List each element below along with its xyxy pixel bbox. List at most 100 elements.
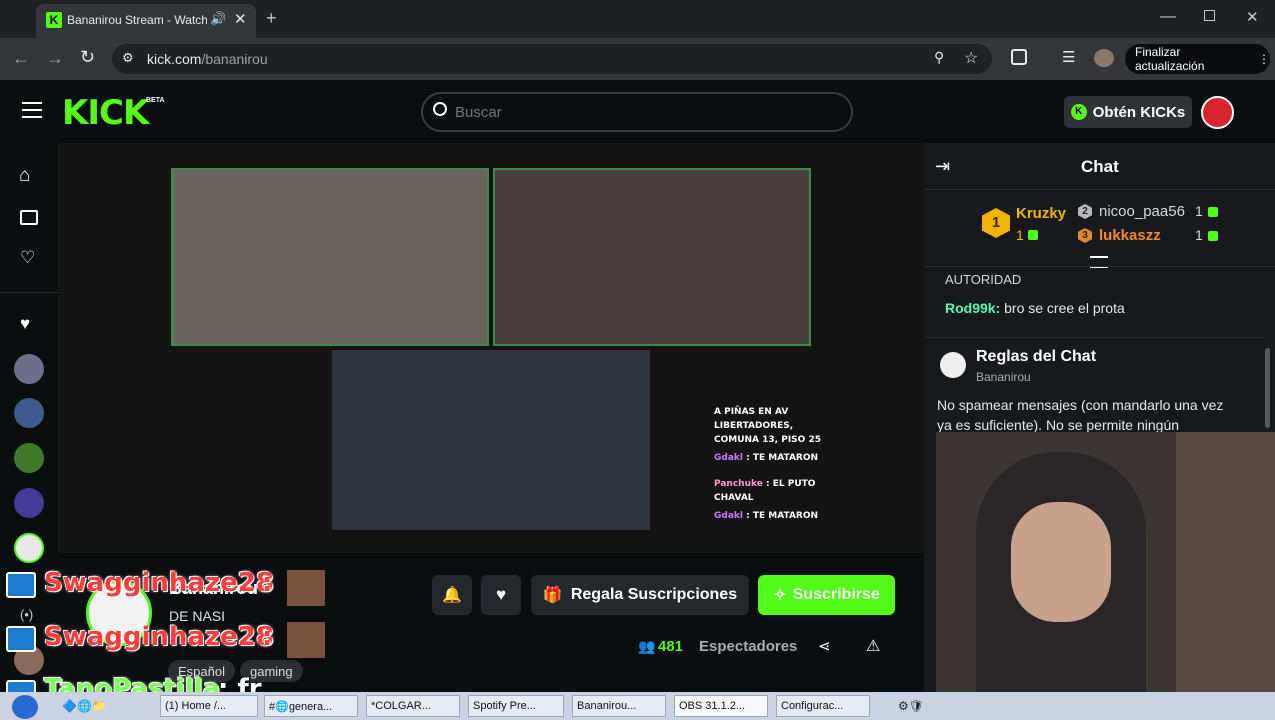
kick-favicon-icon: K: [46, 12, 62, 28]
alert-emote: [287, 570, 325, 606]
viewer-count: 481: [658, 638, 684, 655]
address-bar[interactable]: ⚙ kick.com/bananirou ⚲ ☆: [112, 44, 992, 74]
bookmark-star-icon[interactable]: ☆: [964, 48, 978, 68]
sidebar-channel-avatar[interactable]: [14, 533, 44, 563]
taskbar-item[interactable]: (1) Home /...: [160, 695, 258, 717]
camera-feed-bottom: [332, 350, 650, 530]
chat-message-partial: AUTORIDAD: [945, 272, 1022, 287]
gift-subs-label: Regala Suscripciones: [570, 586, 738, 603]
leader-count: 1: [1016, 227, 1024, 243]
minimize-icon[interactable]: —: [1160, 8, 1176, 26]
home-icon[interactable]: ⌂: [19, 165, 30, 187]
new-tab-icon[interactable]: +: [266, 8, 277, 29]
gift-count-icon: [1028, 230, 1038, 240]
search-input[interactable]: [455, 102, 835, 122]
chat-message: Rod99k: bro se cree el prota: [945, 300, 1125, 316]
collapse-chat-icon[interactable]: ⇥: [935, 156, 950, 177]
browse-icon[interactable]: [20, 210, 38, 225]
user-avatar[interactable]: [1201, 96, 1234, 129]
kick-logo[interactable]: KICK: [62, 93, 149, 133]
leaderboard-divider: [924, 266, 1275, 267]
chat-scrollbar[interactable]: [1265, 348, 1270, 428]
report-warning-icon[interactable]: ⚠: [866, 636, 880, 656]
finish-update-button[interactable]: Finalizar actualización ⋮: [1125, 44, 1270, 74]
reload-icon[interactable]: ↻: [80, 47, 95, 68]
gift-subs-button[interactable]: 🎁 Regala Suscripciones: [531, 575, 749, 615]
browser-tab[interactable]: K Bananirou Stream - Watch L 🔊 ✕: [36, 4, 256, 38]
taskbar-item[interactable]: #🌐genera...: [264, 695, 358, 717]
viewers-label: Espectadores: [699, 638, 798, 655]
media-control-icon[interactable]: ☰: [1062, 48, 1075, 66]
sparkle-icon: ✧: [773, 587, 787, 604]
leader-count: 1: [1195, 227, 1203, 243]
leader-name[interactable]: Kruzky: [1016, 205, 1066, 222]
audio-icon[interactable]: 🔊: [210, 11, 226, 27]
url-domain: kick.com: [147, 51, 202, 67]
gift-count-icon: [1208, 231, 1218, 241]
taskbar-item[interactable]: Bananirou...: [572, 695, 666, 717]
subscribe-button[interactable]: ✧ Suscribirse: [758, 575, 895, 615]
sidebar-divider: [0, 292, 58, 293]
alert-username: Swagginhaze28: [44, 622, 274, 652]
taskbar-item[interactable]: OBS 31.1.2...: [674, 695, 768, 717]
profile-avatar[interactable]: [1094, 49, 1114, 67]
site-info-icon[interactable]: ⚙: [122, 50, 134, 66]
forward-icon[interactable]: →: [46, 48, 64, 69]
alert-icon: [6, 626, 36, 652]
kicks-coin-icon: K: [1070, 104, 1087, 120]
leader-count: 1: [1195, 203, 1203, 219]
streamer-webcam-overlay: [936, 432, 1275, 720]
rules-owner: Bananirou: [976, 370, 1031, 384]
sidebar-channel-avatar[interactable]: [14, 398, 44, 428]
stream-overlay-chat: A PIÑAS EN AV LIBERTADORES, COMUNA 13, P…: [714, 405, 864, 523]
rules-text: No spamear mensajes (con mandarlo una ve…: [937, 397, 1224, 432]
notifications-bell-button[interactable]: 🔔: [432, 575, 472, 615]
logo-beta-badge: BETA: [146, 97, 165, 104]
chat-header-divider: [924, 189, 1275, 190]
chat-username[interactable]: Rod99k:: [945, 300, 1000, 316]
back-icon[interactable]: ←: [12, 48, 30, 69]
sidebar-expand-icon[interactable]: (•): [20, 607, 33, 622]
overlay-chat-line: CHAVAL: [714, 493, 754, 503]
taskbar-item[interactable]: Configurac...: [776, 695, 870, 717]
webcam-face: [1011, 502, 1111, 622]
video-player[interactable]: A PIÑAS EN AV LIBERTADORES, COMUNA 13, P…: [58, 143, 924, 553]
taskbar-pinned-icons[interactable]: 🔷🌐📁: [62, 699, 107, 713]
hamburger-menu-icon[interactable]: [22, 102, 42, 118]
start-button-icon[interactable]: [12, 695, 38, 719]
overlay-chat-text: : TE MATARON: [746, 453, 819, 463]
get-kicks-button[interactable]: K Obtén KICKs: [1064, 96, 1192, 128]
following-heart-icon[interactable]: ♡: [20, 248, 35, 268]
overlay-chat-line: A PIÑAS EN AV LIBERTADORES,: [714, 407, 794, 431]
follow-heart-button[interactable]: ♥: [481, 575, 521, 615]
overlay-chat-user: Gdakl: [714, 453, 743, 463]
url-path: /bananirou: [201, 51, 268, 67]
sidebar-channel-avatar[interactable]: [14, 488, 44, 518]
extensions-icon[interactable]: [1011, 49, 1027, 65]
overlay-chat-text: : TE MATARON: [746, 511, 819, 521]
gift-icon: 🎁: [542, 587, 563, 604]
more-menu-icon[interactable]: ⋮: [1258, 52, 1270, 66]
share-icon[interactable]: ⋖: [818, 637, 831, 655]
alert-suffix: :: [262, 568, 273, 598]
taskbar-item[interactable]: *COLGAR...: [366, 695, 460, 717]
search-icon: [433, 102, 447, 116]
tab-title: Bananirou Stream - Watch L: [67, 13, 207, 27]
search-bar[interactable]: [421, 92, 853, 132]
finish-update-label: Finalizar actualización: [1135, 45, 1205, 73]
sidebar-channel-avatar[interactable]: [14, 443, 44, 473]
restore-icon[interactable]: [1204, 10, 1215, 21]
chat-text: bro se cree el prota: [1004, 300, 1125, 316]
close-window-icon[interactable]: ✕: [1246, 8, 1259, 26]
leader-name[interactable]: lukkaszz: [1099, 227, 1161, 244]
leader-name[interactable]: nicoo_paa56: [1099, 203, 1185, 220]
system-tray-icons[interactable]: ⚙🛡: [898, 699, 924, 713]
overlay-chat-user: Panchuke: [714, 479, 763, 489]
alert-username: Swagginhaze28: [44, 568, 274, 598]
zoom-icon[interactable]: ⚲: [934, 49, 944, 66]
sidebar-channel-avatar[interactable]: [14, 354, 44, 384]
taskbar-item[interactable]: Spotify Pre...: [468, 695, 564, 717]
close-tab-icon[interactable]: ✕: [234, 10, 247, 28]
overlay-chat-line: Gdakl : TE MATARON: [714, 451, 864, 465]
chat-title: Chat: [1081, 157, 1119, 176]
